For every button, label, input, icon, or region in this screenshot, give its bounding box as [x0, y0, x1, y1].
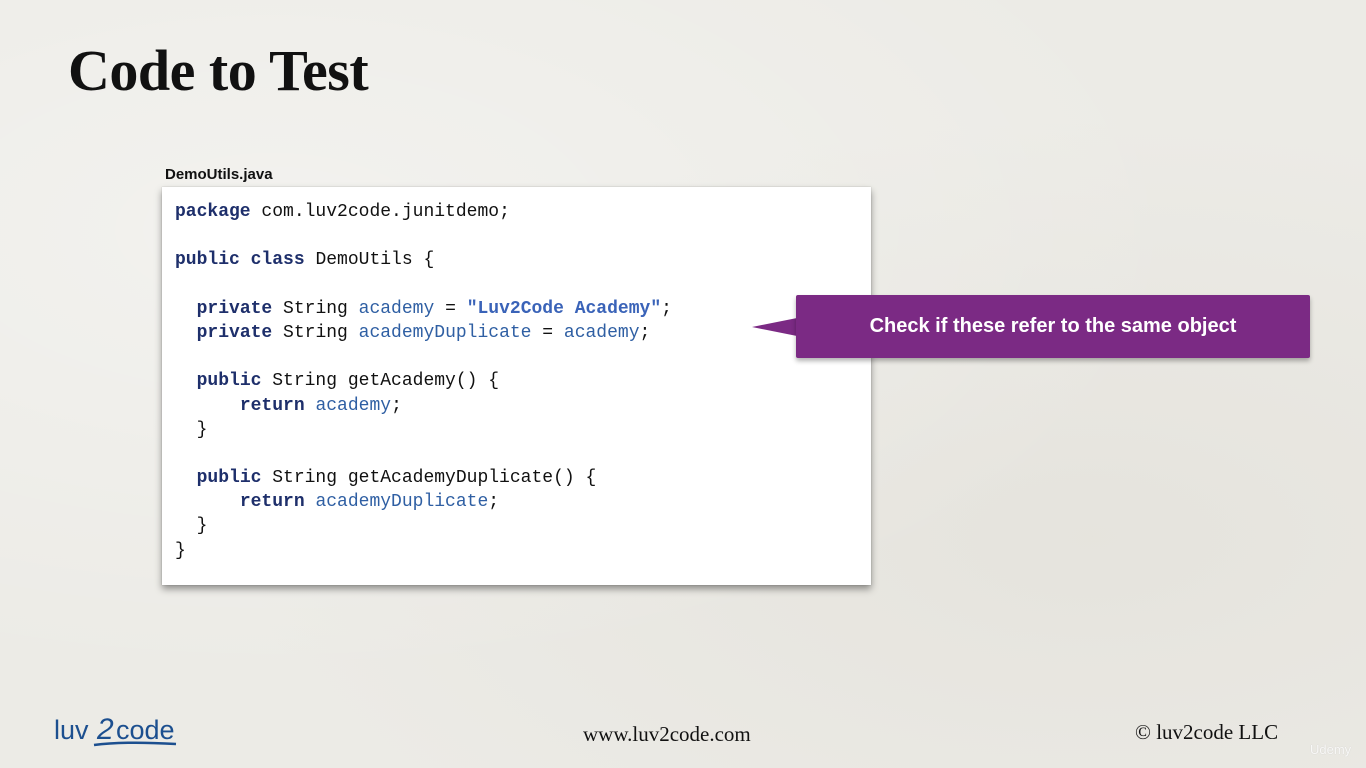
code-line: return academyDuplicate;	[175, 490, 672, 514]
udemy-watermark: Udemy	[1310, 742, 1352, 757]
code-block: package com.luv2code.junitdemo; public c…	[175, 200, 672, 563]
code-token: String getAcademy() {	[261, 371, 500, 392]
code-line: public String getAcademy() {	[175, 369, 672, 393]
file-name-label: DemoUtils.java	[165, 166, 273, 183]
code-token: academyDuplicate	[358, 322, 532, 343]
code-token: DemoUtils {	[304, 250, 435, 271]
code-token: academy	[563, 322, 640, 343]
code-token: String getAcademyDuplicate() {	[261, 468, 597, 489]
code-token: "Luv2Code Academy"	[466, 298, 662, 319]
callout-box: Check if these refer to the same object	[796, 295, 1310, 358]
luv2code-logo-icon: luv 2 code	[54, 713, 177, 747]
code-line: public String getAcademyDuplicate() {	[175, 466, 672, 490]
code-token: return	[239, 492, 305, 513]
code-panel: package com.luv2code.junitdemo; public c…	[162, 187, 871, 585]
callout-pointer-arrow	[752, 318, 797, 336]
code-line: }	[175, 514, 672, 538]
code-token: package	[175, 202, 251, 222]
code-token: academyDuplicate	[315, 492, 489, 513]
footer-url: www.luv2code.com	[583, 722, 751, 746]
code-token: return	[239, 395, 305, 416]
callout-text: Check if these refer to the same object	[869, 315, 1237, 337]
code-token: public	[175, 250, 240, 271]
code-token: ;	[661, 298, 672, 319]
code-token: ;	[639, 322, 651, 343]
code-token: public	[196, 371, 262, 392]
code-token: academy	[358, 298, 435, 319]
code-token: =	[531, 322, 564, 343]
code-token: =	[434, 298, 467, 319]
code-token: String	[272, 322, 359, 343]
code-line: }	[175, 539, 672, 563]
code-token: }	[175, 516, 208, 537]
code-line: package com.luv2code.junitdemo;	[175, 200, 672, 224]
code-token: public	[196, 468, 262, 489]
code-line: return academy;	[175, 394, 672, 418]
code-token: ;	[391, 395, 402, 416]
code-line: public class DemoUtils {	[175, 248, 672, 272]
code-token: }	[175, 540, 186, 561]
code-token: }	[175, 419, 208, 440]
logo-text-2: 2	[96, 713, 114, 746]
code-token: private	[196, 298, 273, 319]
code-token: com.luv2code.junitdemo;	[250, 202, 510, 222]
code-line: private String academy = "Luv2Code Acade…	[175, 297, 672, 321]
logo-text-luv: luv	[54, 715, 89, 745]
code-token: private	[196, 322, 273, 343]
code-line: private String academyDuplicate = academ…	[175, 321, 672, 345]
code-token: ;	[488, 492, 500, 513]
code-token: class	[250, 250, 305, 271]
code-line: }	[175, 418, 672, 442]
code-token: String	[272, 298, 359, 319]
footer-copyright: © luv2code LLC	[1135, 720, 1279, 744]
code-token: academy	[315, 395, 392, 416]
logo-text-code: code	[116, 715, 175, 745]
slide-title: Code to Test	[68, 38, 369, 103]
